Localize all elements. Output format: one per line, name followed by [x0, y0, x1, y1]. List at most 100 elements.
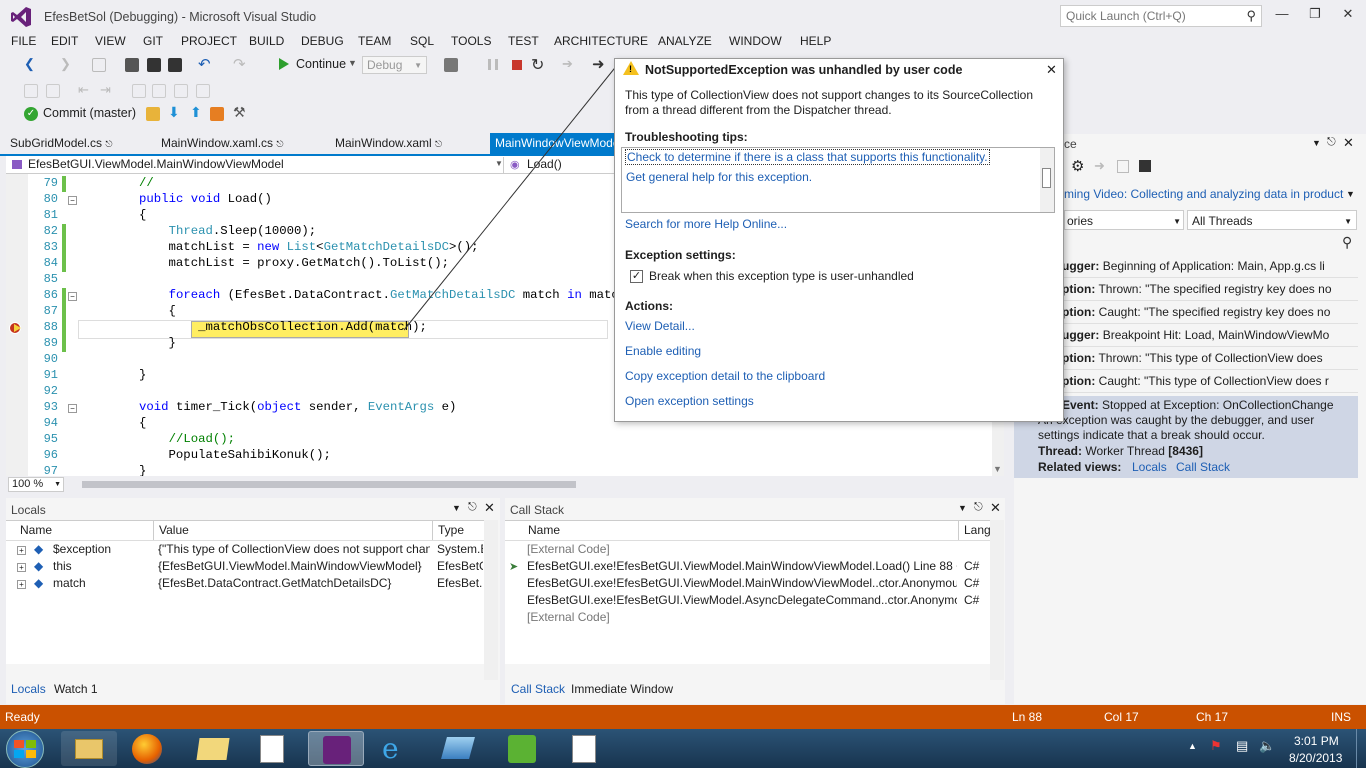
call-stack-frame[interactable]: EfesBetGUI.exe!EfesBetGUI.ViewModel.Main…	[527, 576, 957, 590]
locals-col-type[interactable]: Type	[438, 523, 464, 537]
open-exception-settings-link[interactable]: Open exception settings	[625, 394, 754, 408]
call-stack-scrollbar[interactable]	[990, 520, 1004, 680]
call-stack-frame[interactable]: [External Code]	[527, 542, 957, 556]
taskbar-explorer[interactable]	[61, 731, 117, 766]
search-help-online-link[interactable]: Search for more Help Online...	[625, 217, 787, 231]
status-text: Ready	[5, 710, 40, 724]
network-icon[interactable]: ▤	[1236, 738, 1248, 754]
event-category: ption:	[1062, 374, 1096, 388]
call-stack-lang: C#	[964, 593, 980, 607]
taskbar-internet-explorer[interactable]: e	[368, 731, 424, 766]
pin-icon[interactable]: ⎋	[974, 501, 983, 514]
intellitrace-event[interactable]: ption: Caught: "This type of CollectionV…	[1062, 374, 1358, 393]
warning-icon-mark: !	[629, 64, 632, 74]
tab-watch1[interactable]: Watch 1	[54, 682, 98, 696]
status-char: Ch 17	[1196, 710, 1229, 724]
event-label: Event:	[1062, 398, 1099, 412]
intellitrace-event[interactable]: ption: Thrown: "The specified registry k…	[1062, 282, 1358, 301]
field-icon: ◆	[34, 576, 44, 590]
expand-icon[interactable]: +	[17, 576, 29, 590]
event-category: ugger:	[1062, 259, 1100, 273]
intellitrace-event[interactable]: ugger: Breakpoint Hit: Load, MainWindowV…	[1062, 328, 1358, 347]
chevron-down-icon[interactable]: ▼	[1346, 189, 1355, 199]
panel-menu-icon[interactable]: ▼	[958, 503, 967, 513]
panel-menu-icon[interactable]: ▼	[452, 503, 461, 513]
clock-date[interactable]: 8/20/2013	[1289, 751, 1342, 765]
taskbar-app[interactable]	[430, 731, 486, 766]
copy-exception-detail-link[interactable]: Copy exception detail to the clipboard	[625, 369, 825, 383]
taskbar-firefox[interactable]	[120, 731, 176, 766]
enable-editing-link[interactable]: Enable editing	[625, 344, 701, 358]
volume-icon[interactable]: 🔈	[1259, 738, 1275, 754]
local-value[interactable]: {EfesBetGUI.ViewModel.MainWindowViewMode…	[158, 559, 430, 573]
related-call-stack-link[interactable]: Call Stack	[1176, 460, 1230, 474]
event-description-line1: An exception was caught by the debugger,…	[1038, 413, 1315, 427]
locals-col-name[interactable]: Name	[20, 523, 52, 537]
event-category: ption:	[1062, 305, 1096, 319]
panel-menu-icon[interactable]: ▼	[1312, 138, 1321, 148]
exception-settings-header: Exception settings:	[625, 248, 736, 262]
break-checkbox-label: Break when this exception type is user-u…	[649, 269, 914, 283]
tip-link-general-help[interactable]: Get general help for this exception.	[626, 170, 812, 184]
show-desktop-button[interactable]	[1356, 729, 1366, 768]
call-stack-col-lang[interactable]: Lang	[964, 523, 991, 537]
call-stack-col-name[interactable]: Name	[528, 523, 560, 537]
save-log-icon[interactable]	[1139, 160, 1151, 172]
close-icon[interactable]: ✕	[1046, 62, 1057, 78]
expand-icon[interactable]: +	[17, 542, 29, 556]
status-line: Ln 88	[1012, 710, 1043, 724]
related-locals-link[interactable]: Locals	[1132, 460, 1167, 474]
locals-col-value[interactable]: Value	[159, 523, 189, 537]
tips-scrollbar[interactable]	[1040, 148, 1054, 212]
tab-call-stack[interactable]: Call Stack	[511, 682, 565, 696]
local-name: match	[53, 576, 86, 590]
call-stack-frame[interactable]: [External Code]	[527, 610, 957, 624]
call-stack-lang: C#	[964, 576, 980, 590]
event-category: ugger:	[1062, 328, 1100, 342]
taskbar-odnoklassniki[interactable]	[494, 731, 550, 766]
open-log-icon[interactable]	[1117, 160, 1129, 173]
category-filter-select[interactable]: ories ▼	[1064, 210, 1184, 230]
forward-icon[interactable]: ➜	[1094, 158, 1105, 174]
field-icon: ◆	[34, 559, 44, 573]
taskbar-notepad[interactable]	[244, 731, 300, 766]
close-icon[interactable]: ✕	[990, 500, 1001, 516]
pin-icon[interactable]: ⎋	[1327, 136, 1336, 149]
local-value[interactable]: {EfesBet.DataContract.GetMatchDetailsDC}	[158, 576, 430, 590]
intellitrace-video-link[interactable]: ming Video: Collecting and analyzing dat…	[1064, 187, 1344, 201]
intellitrace-event[interactable]: ugger: Beginning of Application: Main, A…	[1062, 259, 1358, 278]
search-icon[interactable]: ⚲	[1342, 234, 1352, 251]
tab-immediate-window[interactable]: Immediate Window	[571, 682, 673, 696]
close-icon[interactable]: ✕	[484, 500, 495, 516]
call-stack-frame[interactable]: EfesBetGUI.exe!EfesBetGUI.ViewModel.Asyn…	[527, 593, 957, 607]
event-text: Beginning of Application: Main, App.g.cs…	[1102, 259, 1325, 273]
tray-expand-icon[interactable]: ▲	[1188, 741, 1197, 751]
expand-icon[interactable]: +	[17, 559, 29, 573]
event-text: Caught: "The specified registry key does…	[1098, 305, 1331, 319]
view-detail-link[interactable]: View Detail...	[625, 319, 695, 333]
close-icon[interactable]: ✕	[1343, 135, 1354, 151]
tip-link-class-functionality[interactable]: Check to determine if there is a class t…	[625, 149, 990, 165]
action-center-icon[interactable]: ⚑	[1210, 738, 1222, 754]
intellitrace-title: ce	[1064, 137, 1077, 151]
settings-gear-icon[interactable]: ⚙	[1071, 157, 1084, 175]
taskbar-visual-studio[interactable]	[308, 731, 364, 766]
actions-header: Actions:	[625, 299, 673, 313]
local-value[interactable]: {"This type of CollectionView does not s…	[158, 542, 430, 556]
thread-filter-value: All Threads	[1192, 214, 1253, 228]
locals-scrollbar[interactable]	[484, 520, 498, 680]
intellitrace-event[interactable]: ption: Thrown: "This type of CollectionV…	[1062, 351, 1358, 370]
thread-name: Worker Thread	[1085, 444, 1169, 458]
current-frame-arrow-icon: ➤	[509, 561, 519, 573]
tab-locals[interactable]: Locals	[11, 682, 46, 696]
taskbar-document[interactable]	[556, 731, 612, 766]
thread-filter-select[interactable]: All Threads ▼	[1187, 210, 1357, 230]
intellitrace-event[interactable]: ption: Caught: "The specified registry k…	[1062, 305, 1358, 324]
break-checkbox[interactable]: ✓	[630, 270, 643, 283]
clock-time[interactable]: 3:01 PM	[1294, 734, 1339, 748]
pin-icon[interactable]: ⎋	[468, 501, 477, 514]
taskbar-folder[interactable]	[184, 731, 240, 766]
col-divider	[432, 520, 433, 540]
local-name: $exception	[53, 542, 112, 556]
call-stack-frame[interactable]: EfesBetGUI.exe!EfesBetGUI.ViewModel.Main…	[527, 559, 957, 573]
